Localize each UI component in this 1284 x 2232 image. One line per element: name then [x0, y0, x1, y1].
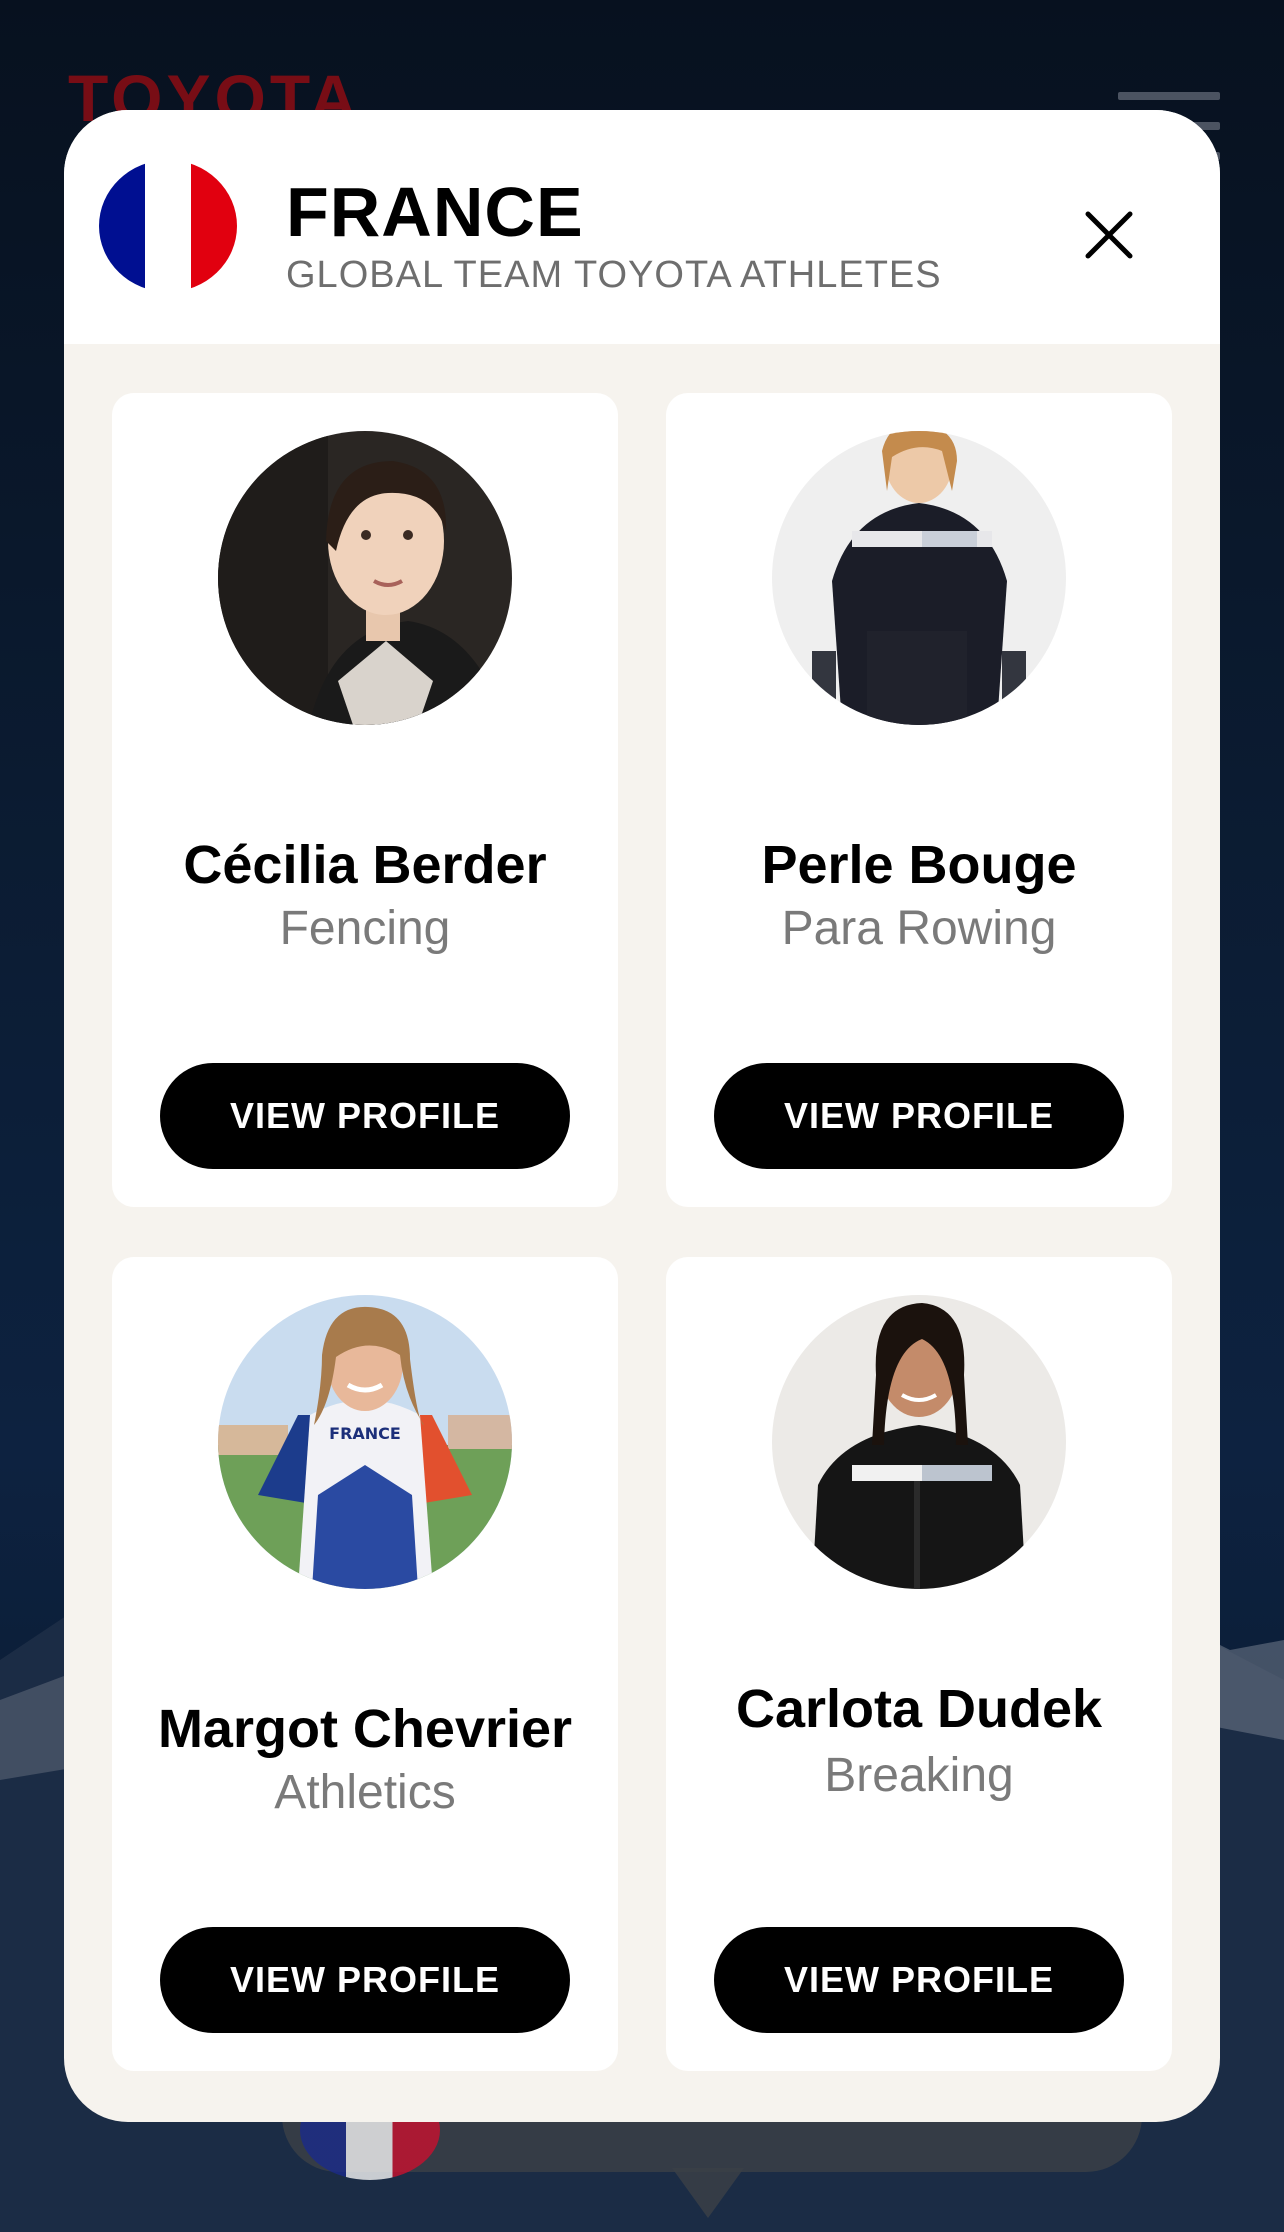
- modal-subtitle: GLOBAL TEAM TOYOTA ATHLETES: [286, 254, 942, 296]
- athlete-name: Margot Chevrier: [157, 1699, 573, 1759]
- country-title: FRANCE: [286, 173, 584, 251]
- athlete-card: Cécilia Berder Fencing VIEW PROFILE: [112, 393, 618, 1207]
- view-profile-button[interactable]: VIEW PROFILE: [160, 1063, 570, 1169]
- athlete-sport: Fencing: [279, 902, 451, 955]
- pointer-arrow: [672, 2168, 744, 2218]
- modal-header: FRANCE GLOBAL TEAM TOYOTA ATHLETES: [64, 110, 1220, 344]
- athlete-photo: [218, 431, 512, 725]
- close-icon[interactable]: [1064, 190, 1154, 280]
- athlete-name: Cécilia Berder: [183, 835, 547, 895]
- athlete-name: Perle Bouge: [761, 835, 1077, 895]
- athlete-name: Carlota Dudek: [735, 1679, 1103, 1739]
- athlete-card: Perle Bouge Para Rowing VIEW PROFILE: [666, 393, 1172, 1207]
- athlete-sport: Athletics: [274, 1766, 456, 1819]
- athlete-photo: [772, 1295, 1066, 1589]
- athletes-modal: FRANCE GLOBAL TEAM TOYOTA ATHLETES Cécil…: [64, 110, 1220, 2122]
- france-flag-icon: [99, 160, 237, 292]
- athlete-photo: FRANCE: [218, 1295, 512, 1589]
- athlete-photo: [772, 431, 1066, 725]
- view-profile-button[interactable]: VIEW PROFILE: [160, 1927, 570, 2033]
- athlete-card: Carlota Dudek Breaking VIEW PROFILE: [666, 1257, 1172, 2071]
- svg-text:FRANCE: FRANCE: [329, 1424, 401, 1443]
- athlete-sport: Breaking: [824, 1749, 1014, 1802]
- athlete-card: FRANCE Margot Chevrier Athletics VIEW PR…: [112, 1257, 618, 2071]
- view-profile-button[interactable]: VIEW PROFILE: [714, 1927, 1124, 2033]
- athlete-sport: Para Rowing: [781, 902, 1057, 955]
- view-profile-button[interactable]: VIEW PROFILE: [714, 1063, 1124, 1169]
